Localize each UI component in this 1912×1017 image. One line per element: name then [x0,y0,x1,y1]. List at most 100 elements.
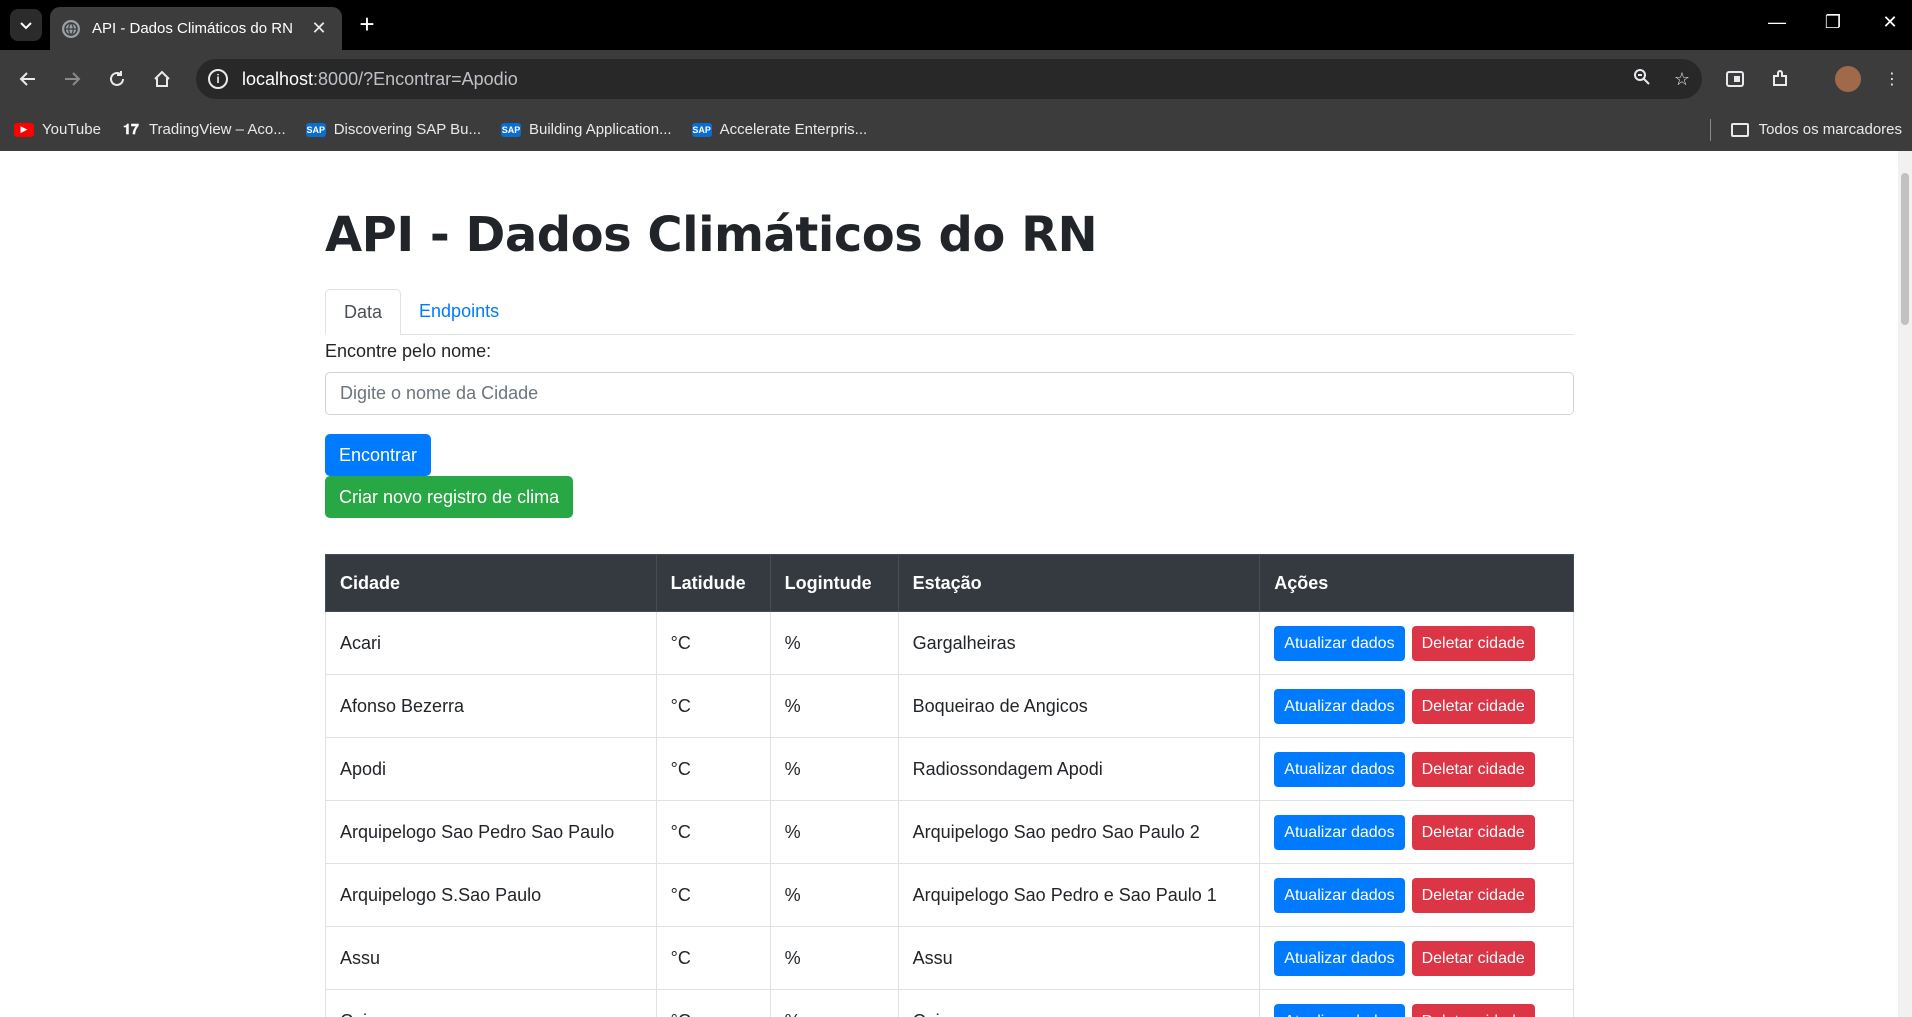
cell-longitude: % [769,737,899,801]
window-close-icon[interactable]: ✕ [1870,12,1910,33]
cell-latitude: °C [655,989,771,1017]
cell-estacao: Assu [897,926,1261,990]
restore-icon[interactable]: ❐ [1813,12,1853,33]
cell-latitude: °C [655,926,771,990]
browser-menu-icon[interactable]: ⋮ [1876,63,1908,95]
bookmark-tradingview[interactable]: 𝟏𝟕 TradingView – Aco... [121,121,286,138]
forward-arrow-icon[interactable] [56,63,88,95]
address-url[interactable]: localhost:8000/?Encontrar=Apodio [242,69,1622,90]
cell-acoes: Atualizar dados Deletar cidade [1259,863,1574,927]
city-search-input[interactable]: Digite o nome da Cidade [325,372,1574,415]
cell-acoes: Atualizar dados Deletar cidade [1259,737,1574,801]
update-data-button[interactable]: Atualizar dados [1274,1003,1405,1017]
climate-table: Cidade Latidude Logintude Estação Ações … [325,554,1574,1017]
cell-latitude: °C [655,863,771,927]
home-icon[interactable] [146,63,178,95]
scrollbar-thumb[interactable] [1901,173,1909,325]
delete-city-button[interactable]: Deletar cidade [1411,877,1535,913]
bookmark-star-icon[interactable]: ☆ [1662,69,1702,90]
globe-icon [62,19,80,38]
sap-icon: SAP [305,122,326,137]
tab-endpoints[interactable]: Endpoints [401,289,517,335]
url-path: :8000/?Encontrar=Apodio [313,68,518,89]
sap-icon: SAP [501,122,521,137]
update-data-button[interactable]: Atualizar dados [1274,877,1405,913]
cell-estacao: Arquipelogo Sao Pedro e Sao Paulo 1 [897,863,1261,927]
cell-cidade: Arquipelogo Sao Pedro Sao Paulo [325,800,657,864]
cell-longitude: % [769,674,899,738]
bookmark-label: Discovering SAP Bu... [333,121,481,138]
bookmark-label: YouTube [42,121,101,138]
cell-latitude: °C [655,611,771,675]
create-record-button[interactable]: Criar novo registro de clima [325,476,574,518]
cell-longitude: % [769,800,899,864]
table-row: Arquipelogo S.Sao Paulo °C % Arquipelogo… [325,863,1574,927]
cell-cidade: Acari [325,611,657,675]
cell-longitude: % [769,611,899,675]
bookmark-sap-building[interactable]: SAP Building Application... [501,121,672,138]
cell-acoes: Atualizar dados Deletar cidade [1259,674,1574,738]
all-bookmarks-label: Todos os marcadores [1758,121,1902,138]
youtube-icon: ▶ [14,122,34,137]
header-acoes: Ações [1259,554,1574,612]
update-data-button[interactable]: Atualizar dados [1274,940,1405,976]
delete-city-button[interactable]: Deletar cidade [1411,625,1535,661]
table-row: Acari °C % Gargalheiras Atualizar dados … [325,611,1574,675]
table-row: Apodi °C % Radiossondagem Apodi Atualiza… [325,737,1574,801]
site-info-icon[interactable]: i [208,69,228,89]
header-latitude: Latidude [655,554,771,612]
bookmarks-divider [1709,118,1711,141]
cell-acoes: Atualizar dados Deletar cidade [1259,926,1574,990]
bookmark-youtube[interactable]: ▶ YouTube [14,121,101,138]
bookmarks-bar: ▶ YouTube 𝟏𝟕 TradingView – Aco... SAP Disco… [0,108,1912,151]
cell-estacao: Arquipelogo Sao pedro Sao Paulo 2 [897,800,1261,864]
update-data-button[interactable]: Atualizar dados [1274,751,1405,787]
cell-estacao: Caico [897,989,1261,1017]
delete-city-button[interactable]: Deletar cidade [1411,814,1535,850]
cell-latitude: °C [655,674,771,738]
page-viewport: API - Dados Climáticos do RN Data Endpoi… [0,151,1912,1017]
cell-acoes: Atualizar dados Deletar cidade [1259,800,1574,864]
tab-data[interactable]: Data [325,289,402,335]
cell-cidade: Arquipelogo S.Sao Paulo [325,863,657,927]
bookmark-sap-accelerate[interactable]: SAP Accelerate Enterpris... [691,121,868,138]
folder-icon [1730,122,1749,137]
find-button[interactable]: Encontrar [325,434,432,476]
nav-tabs: Data Endpoints [325,289,1574,335]
bookmark-label: Accelerate Enterpris... [719,121,868,138]
delete-city-button[interactable]: Deletar cidade [1411,1003,1535,1017]
url-host: localhost [242,68,314,89]
delete-city-button[interactable]: Deletar cidade [1411,940,1535,976]
cell-longitude: % [769,989,899,1017]
zoom-icon[interactable] [1622,68,1662,91]
delete-city-button[interactable]: Deletar cidade [1411,688,1535,724]
profile-avatar[interactable] [1832,63,1864,95]
reading-mode-icon[interactable] [1719,63,1751,95]
delete-city-button[interactable]: Deletar cidade [1411,751,1535,787]
browser-tab-active[interactable]: API - Dados Climáticos do RN ✕ [50,7,342,50]
close-tab-icon[interactable]: ✕ [308,18,330,39]
tab-search-button[interactable] [10,9,42,41]
all-bookmarks[interactable]: Todos os marcadores [1709,108,1902,151]
cell-longitude: % [769,863,899,927]
table-header-row: Cidade Latidude Logintude Estação Ações [325,554,1574,612]
back-arrow-icon[interactable] [12,63,44,95]
update-data-button[interactable]: Atualizar dados [1274,814,1405,850]
bookmark-label: Building Application... [529,121,672,138]
tradingview-icon: 𝟏𝟕 [123,121,139,137]
minimize-icon[interactable]: — [1757,12,1797,33]
cell-cidade: Apodi [325,737,657,801]
extensions-icon[interactable] [1764,63,1796,95]
page-scrollbar[interactable] [1898,151,1912,1017]
table-row: Caico °C % Caico Atualizar dados Deletar… [325,989,1574,1017]
cell-estacao: Gargalheiras [897,611,1261,675]
new-tab-button[interactable]: + [352,10,382,40]
update-data-button[interactable]: Atualizar dados [1274,688,1405,724]
bookmark-sap-discovering[interactable]: SAP Discovering SAP Bu... [305,121,481,138]
reload-icon[interactable] [101,63,133,95]
update-data-button[interactable]: Atualizar dados [1274,625,1405,661]
main-container: API - Dados Climáticos do RN Data Endpoi… [325,151,1574,1017]
cell-acoes: Atualizar dados Deletar cidade [1259,989,1574,1017]
browser-tab-title: API - Dados Climáticos do RN [92,20,293,37]
address-bar[interactable]: i localhost:8000/?Encontrar=Apodio ☆ [196,59,1702,99]
